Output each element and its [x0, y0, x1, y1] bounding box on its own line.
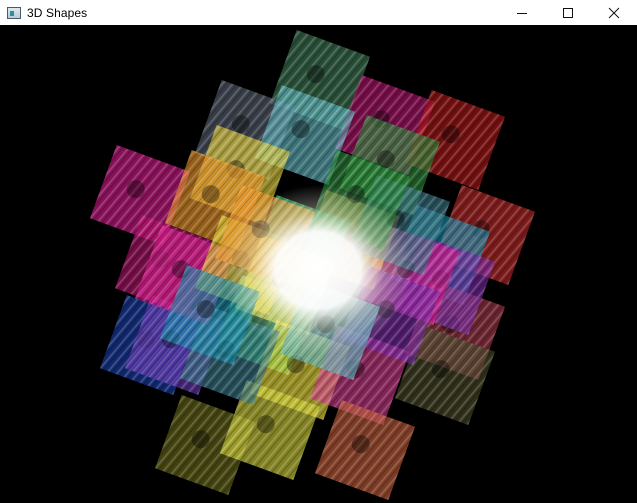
- close-button[interactable]: [591, 0, 637, 25]
- 3d-scene-canvas: [90, 30, 535, 500]
- title-bar[interactable]: 3D Shapes: [0, 0, 637, 25]
- cube-face-tile: [315, 400, 415, 500]
- center-light-glow: [223, 185, 413, 355]
- window-app-icon: [7, 6, 21, 19]
- maximize-icon: [563, 7, 573, 18]
- render-viewport[interactable]: [0, 25, 637, 503]
- minimize-icon: [517, 12, 527, 14]
- close-icon: [608, 7, 620, 18]
- app-window: 3D Shapes: [0, 0, 637, 503]
- window-title: 3D Shapes: [27, 5, 88, 20]
- window-controls: [499, 0, 637, 25]
- maximize-button[interactable]: [545, 0, 591, 25]
- minimize-button[interactable]: [499, 0, 545, 25]
